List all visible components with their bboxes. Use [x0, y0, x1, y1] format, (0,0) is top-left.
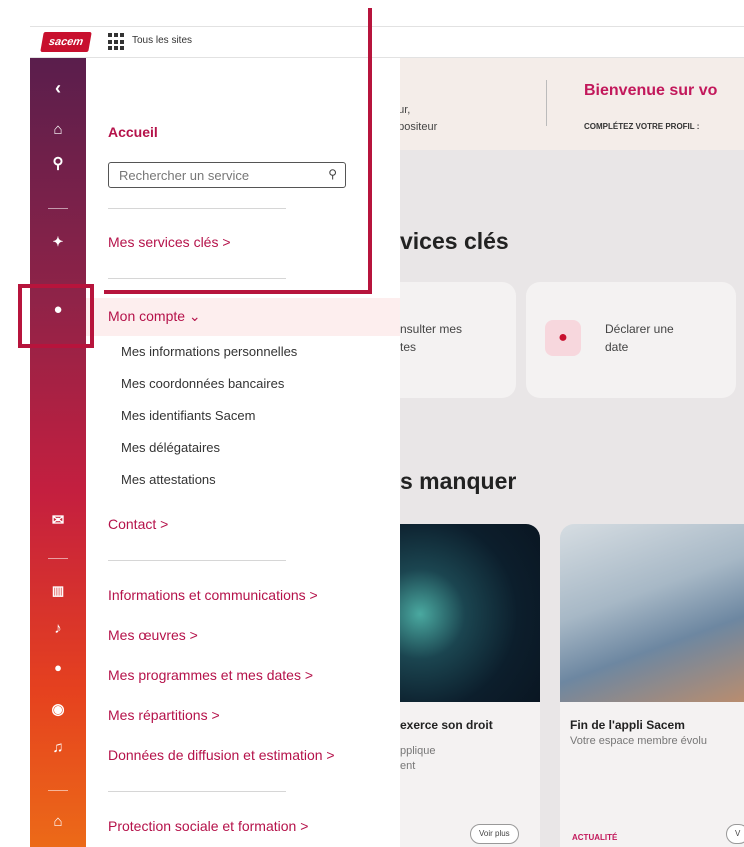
news-card-2-tag: ACTUALITÉ	[572, 833, 618, 842]
menu-home-link[interactable]: Accueil	[108, 124, 158, 140]
welcome-banner: o eur, npositeur Bienvenue sur vo COMPLÉ…	[400, 58, 744, 150]
service-search-input[interactable]	[109, 163, 319, 187]
navigation-menu: Accueil ⚲ Mes services clés > Mon compte…	[86, 58, 400, 847]
all-sites-link[interactable]: Tous les sites	[132, 35, 192, 46]
shield-home-icon[interactable]: ⌂	[30, 812, 86, 832]
sacem-logo[interactable]: sacem	[40, 32, 92, 52]
complete-profile-label: COMPLÉTEZ VOTRE PROFIL :	[584, 122, 700, 131]
menu-broadcast-data-link[interactable]: Données de diffusion et estimation >	[108, 747, 335, 763]
icon-rail: ‹ ⌂ ⚲ ✦ ● ✉ ▥ ♪ ● ◉ ♫ ⌂	[30, 58, 86, 847]
news-image-ai	[400, 524, 540, 702]
news-card-1-title: exerce son droit	[400, 718, 493, 732]
banner-role-line1: eur,	[400, 104, 411, 116]
menu-account-toggle[interactable]: Mon compte ⌄	[86, 298, 400, 336]
news-card-1-more-button[interactable]: Voir plus	[470, 824, 519, 844]
annotation-arrow-horizontal	[104, 290, 372, 294]
service-card-consult-label: nsulter mes tes	[400, 322, 463, 354]
back-chevron-icon[interactable]: ‹	[30, 78, 86, 98]
background-page: o eur, npositeur Bienvenue sur vo COMPLÉ…	[400, 58, 744, 847]
account-item-delegates[interactable]: Mes délégataires	[121, 440, 220, 455]
search-icon[interactable]: ⚲	[30, 154, 86, 174]
menu-account-label: Mon compte ⌄	[108, 308, 201, 324]
music-note-icon[interactable]: ♪	[30, 619, 86, 639]
menu-info-comm-link[interactable]: Informations et communications >	[108, 587, 318, 603]
news-card-2-more-button[interactable]: V	[726, 824, 744, 844]
account-item-bank-details[interactable]: Mes coordonnées bancaires	[121, 376, 284, 391]
news-card-1-sub2: ent	[400, 760, 416, 772]
menu-divider	[108, 278, 286, 279]
menu-social-protection-link[interactable]: Protection sociale et formation >	[108, 818, 308, 834]
annotation-arrow-vertical	[368, 8, 372, 294]
banner-role-line2: npositeur	[400, 121, 438, 133]
library-icon[interactable]: ▥	[30, 581, 86, 601]
rail-divider	[48, 790, 68, 791]
account-item-certificates[interactable]: Mes attestations	[121, 472, 216, 487]
news-card-2-title: Fin de l'appli Sacem	[570, 718, 685, 732]
apps-grid-icon[interactable]	[108, 33, 126, 51]
news-card-1-sub1: pplique	[400, 745, 436, 757]
mail-icon[interactable]: ✉	[30, 511, 86, 531]
service-search: ⚲	[108, 162, 346, 188]
annotation-highlight-box	[18, 284, 94, 348]
news-image-app	[560, 524, 744, 702]
pin-icon[interactable]: ✦	[30, 232, 86, 252]
account-item-personal-info[interactable]: Mes informations personnelles	[121, 344, 297, 359]
menu-key-services-link[interactable]: Mes services clés >	[108, 234, 231, 250]
banner-separator	[546, 80, 547, 126]
dont-miss-heading: s manquer	[400, 468, 517, 494]
menu-programs-link[interactable]: Mes programmes et mes dates >	[108, 667, 313, 683]
search-icon[interactable]: ⚲	[328, 167, 337, 181]
menu-contact-link[interactable]: Contact >	[108, 516, 168, 532]
menu-divider	[108, 560, 286, 561]
menu-distributions-link[interactable]: Mes répartitions >	[108, 707, 220, 723]
top-bar: sacem Tous les sites	[30, 26, 744, 58]
menu-works-link[interactable]: Mes œuvres >	[108, 627, 198, 643]
key-services-heading: vices clés	[400, 228, 509, 254]
welcome-title: Bienvenue sur vo	[584, 82, 718, 99]
microphone-icon: ●	[545, 320, 581, 356]
account-item-sacem-ids[interactable]: Mes identifiants Sacem	[121, 408, 255, 423]
service-card-declare-label: Déclarer une date	[605, 322, 674, 354]
rail-divider	[48, 208, 68, 209]
music-icon[interactable]: ♫	[30, 738, 86, 758]
home-icon[interactable]: ⌂	[30, 120, 86, 140]
menu-divider	[108, 791, 286, 792]
broadcast-icon[interactable]: ◉	[30, 700, 86, 720]
microphone-icon[interactable]: ●	[30, 658, 86, 678]
news-card-2-sub: Votre espace membre évolu	[570, 735, 707, 747]
menu-divider	[108, 208, 286, 209]
rail-divider	[48, 558, 68, 559]
